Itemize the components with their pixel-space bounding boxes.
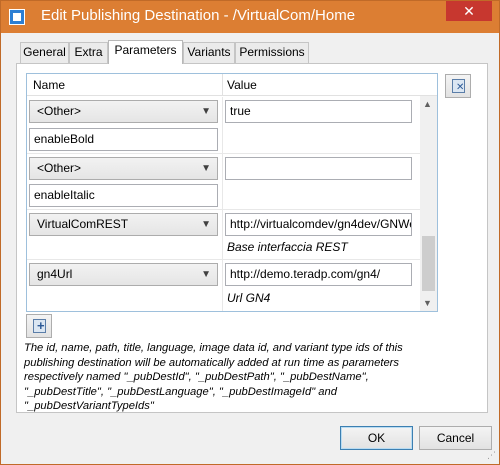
parameter-value-input[interactable] [225,157,412,180]
window-title: Edit Publishing Destination - /VirtualCo… [41,7,356,24]
close-button[interactable]: ✕ [446,1,492,21]
scrollbar-thumb[interactable] [422,236,435,291]
chevron-down-icon: ▼ [201,106,211,117]
column-header-name: Name [33,78,66,92]
parameter-value-input[interactable]: http://virtualcomdev/gn4dev/GNWebService… [225,213,412,236]
parameter-name-input[interactable]: enableBold [29,128,218,151]
dropdown-value: VirtualComREST [37,217,129,231]
parameter-type-dropdown[interactable]: <Other> ▼ [29,100,218,123]
grid-scrollbar[interactable]: ▲ ▼ [420,96,437,311]
tab-variants[interactable]: Variants [183,42,235,63]
remove-row-button[interactable] [445,74,471,98]
tab-extra[interactable]: Extra [69,42,108,63]
parameter-row: VirtualComREST ▼ http://virtualcomdev/gn… [27,210,420,260]
add-row-icon [33,318,46,333]
resize-grip-icon[interactable]: ⋰ [487,450,496,461]
dropdown-value: gn4Url [37,267,73,281]
parameters-panel: Name Value <Other> ▼ enableBold true <Ot… [16,63,488,413]
parameter-name-input[interactable]: enableItalic [29,184,218,207]
ok-button-label: OK [367,431,386,445]
chevron-down-icon: ▼ [201,219,211,230]
row-divider [222,260,223,311]
cancel-button[interactable]: Cancel [419,426,492,450]
add-row-button[interactable] [26,314,52,338]
title-bar[interactable]: Edit Publishing Destination - /VirtualCo… [1,1,499,33]
cancel-button-label: Cancel [436,431,475,445]
parameter-row: gn4Url ▼ http://demo.teradp.com/gn4/ Url… [27,260,420,311]
parameter-type-dropdown[interactable]: gn4Url ▼ [29,263,218,286]
ok-button[interactable]: OK [340,426,413,450]
parameter-description: Base interfaccia REST [227,240,348,254]
row-divider [222,97,223,154]
dropdown-value: <Other> [37,161,82,175]
parameter-type-dropdown[interactable]: VirtualComREST ▼ [29,213,218,236]
row-divider [222,210,223,260]
parameter-description: Url GN4 [227,291,271,305]
parameter-row: <Other> ▼ enableItalic [27,154,420,210]
parameter-row: <Other> ▼ enableBold true [27,97,420,154]
row-divider [222,154,223,210]
column-header-value: Value [227,78,257,92]
chevron-down-icon: ▼ [201,163,211,174]
dialog-window: Edit Publishing Destination - /VirtualCo… [0,0,500,465]
tab-permissions[interactable]: Permissions [235,42,309,63]
dropdown-value: <Other> [37,104,82,118]
info-text: The id, name, path, title, language, ima… [24,342,403,413]
remove-row-icon [452,79,465,93]
parameter-value-input[interactable]: http://demo.teradp.com/gn4/ [225,263,412,286]
grid-header: Name Value [27,74,437,96]
chevron-down-icon: ▼ [201,269,211,280]
tab-general[interactable]: General [20,42,69,63]
parameter-type-dropdown[interactable]: <Other> ▼ [29,157,218,180]
scroll-down-icon[interactable]: ▼ [423,298,432,308]
parameters-grid: Name Value <Other> ▼ enableBold true <Ot… [26,73,438,312]
column-divider [222,74,223,96]
scroll-up-icon[interactable]: ▲ [423,99,432,109]
tab-parameters[interactable]: Parameters [108,40,183,64]
app-icon [9,9,25,25]
parameter-value-input[interactable]: true [225,100,412,123]
